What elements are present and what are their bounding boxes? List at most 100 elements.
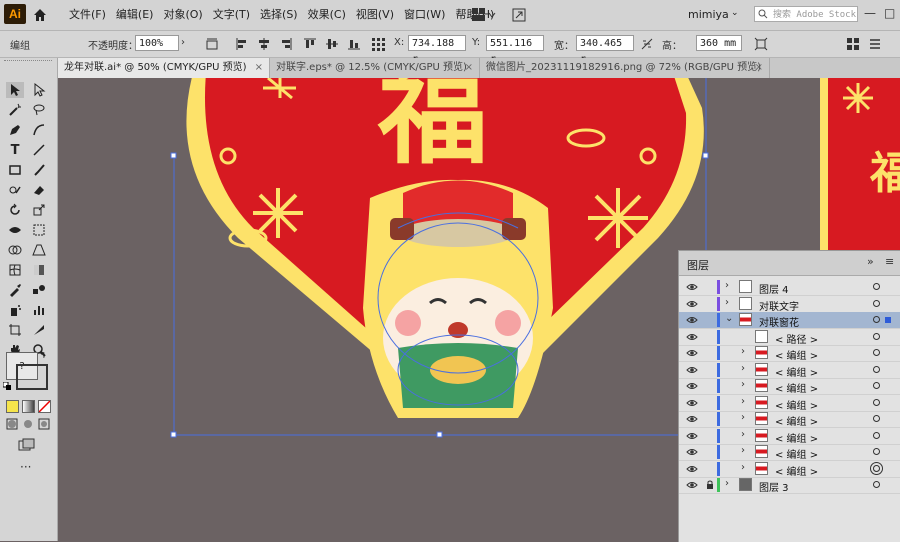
layer-row[interactable]: › < 编组 > — [679, 411, 900, 428]
layer-row[interactable]: › < 编组 > — [679, 362, 900, 379]
layer-row[interactable]: › < 编组 > — [679, 395, 900, 412]
menu-type[interactable]: 文字(T) — [208, 0, 255, 30]
eye-icon[interactable] — [686, 365, 698, 375]
maximize-icon[interactable]: □ — [884, 6, 895, 20]
layer-row[interactable]: › < 编组 > — [679, 378, 900, 395]
align-top-icon[interactable] — [303, 37, 317, 51]
stock-search-input[interactable]: 搜索 Adobe Stock — [754, 6, 858, 22]
blend-tool[interactable] — [30, 282, 48, 298]
arrange-grid-icon[interactable] — [846, 37, 860, 51]
free-transform-tool[interactable] — [30, 222, 48, 238]
handle-right[interactable] — [702, 152, 709, 159]
target-circle-icon[interactable] — [873, 481, 880, 488]
chevron-right-icon[interactable]: › — [181, 37, 185, 48]
layer-row[interactable]: › 对联文字 — [679, 296, 900, 313]
menu-window[interactable]: 窗口(W) — [399, 0, 450, 30]
home-icon[interactable] — [32, 7, 48, 23]
layer-name[interactable]: 对联文字 — [759, 298, 799, 313]
close-icon[interactable]: × — [465, 58, 473, 78]
target-circle-icon[interactable] — [873, 448, 880, 455]
target-circle-icon[interactable] — [873, 431, 880, 439]
none-mode-icon[interactable] — [38, 400, 51, 413]
handle-bottom[interactable] — [436, 431, 443, 438]
opacity-input[interactable]: 100% — [135, 35, 179, 51]
type-tool[interactable]: T — [6, 142, 24, 158]
layer-name[interactable]: 对联窗花 — [759, 314, 799, 329]
align-hcenter-icon[interactable] — [257, 37, 271, 51]
menu-effect[interactable]: 效果(C) — [303, 0, 351, 30]
layer-row[interactable]: › 图层 3 — [679, 477, 900, 494]
menu-view[interactable]: 视图(V) — [351, 0, 399, 30]
menu-select[interactable]: 选择(S) — [255, 0, 303, 30]
panel-menu-icon[interactable]: ≡ — [885, 255, 894, 268]
screen-mode-icon[interactable] — [18, 438, 36, 452]
minimize-icon[interactable]: — — [864, 6, 876, 20]
layer-name[interactable]: < 编组 > — [775, 347, 818, 362]
user-name[interactable]: mimiya — [688, 8, 729, 21]
line-tool[interactable] — [30, 142, 48, 158]
target-circle-icon[interactable] — [873, 365, 880, 373]
tab-wechat-image[interactable]: 微信图片_20231119182916.png @ 72% (RGB/GPU 预… — [480, 58, 770, 78]
eye-icon[interactable] — [686, 381, 698, 391]
align-right-icon[interactable] — [279, 37, 293, 51]
height-input[interactable]: 360 mm — [696, 35, 742, 51]
chevron-right-icon[interactable]: › — [741, 462, 745, 473]
eraser-tool[interactable] — [30, 182, 48, 198]
panel-options-icon[interactable] — [868, 37, 882, 51]
collapse-icon[interactable]: » — [867, 255, 874, 268]
tab-duilianzi[interactable]: 对联字.eps* @ 12.5% (CMYK/GPU 预览) × — [270, 58, 480, 78]
menu-edit[interactable]: 编辑(E) — [111, 0, 159, 30]
x-input[interactable]: 734.188 r — [408, 35, 466, 65]
arrange-documents-icon[interactable] — [512, 8, 526, 22]
target-circle-icon[interactable] — [873, 349, 880, 356]
layer-name[interactable]: < 编组 > — [775, 397, 818, 412]
default-colors-icon[interactable] — [2, 380, 11, 390]
chevron-right-icon[interactable]: › — [741, 412, 745, 423]
workspace-switcher-icon[interactable] — [472, 8, 496, 22]
chevron-right-icon[interactable]: › — [741, 379, 745, 390]
layer-row[interactable]: › < 编组 > — [679, 428, 900, 445]
symbol-sprayer-tool[interactable] — [6, 302, 24, 318]
align-left-icon[interactable] — [235, 37, 249, 51]
rotate-tool[interactable] — [6, 202, 24, 218]
layer-name[interactable]: 图层 4 — [759, 281, 789, 296]
artboard-tool[interactable] — [6, 322, 24, 338]
transform-grid-icon[interactable] — [371, 37, 385, 51]
eye-icon[interactable] — [686, 398, 698, 408]
shape-builder-tool[interactable] — [6, 242, 24, 258]
eye-icon[interactable] — [686, 282, 698, 292]
chevron-right-icon[interactable]: › — [725, 478, 729, 489]
transform-icon[interactable] — [754, 37, 768, 51]
toolbar-grip[interactable] — [4, 60, 52, 67]
selection-tool[interactable] — [6, 82, 24, 98]
align-bottom-icon[interactable] — [347, 37, 361, 51]
layer-row[interactable]: › 图层 4 — [679, 279, 900, 296]
layer-name[interactable]: 图层 3 — [759, 479, 789, 494]
chevron-down-icon[interactable]: ⌄ — [725, 313, 733, 324]
handle-bottom-left[interactable] — [170, 431, 177, 438]
chevron-right-icon[interactable]: › — [741, 445, 745, 456]
width-input[interactable]: 340.465 r — [576, 35, 634, 65]
lock-icon[interactable] — [706, 480, 714, 489]
color-mode-icon[interactable] — [6, 400, 19, 413]
stroke-swatch[interactable] — [16, 364, 48, 390]
layer-row[interactable]: › < 编组 > — [679, 444, 900, 461]
chevron-right-icon[interactable]: › — [741, 429, 745, 440]
chevron-down-icon[interactable]: ⌄ — [731, 8, 739, 18]
target-circle-icon[interactable] — [873, 299, 880, 307]
paintbrush-tool[interactable] — [30, 162, 48, 178]
tab-longnian-duilian[interactable]: 龙年对联.ai* @ 50% (CMYK/GPU 预览) × — [58, 58, 270, 78]
gradient-tool[interactable] — [30, 262, 48, 278]
target-circle-icon[interactable] — [873, 332, 880, 340]
eyedropper-tool[interactable] — [6, 282, 24, 298]
target-circle-icon[interactable] — [873, 316, 880, 323]
eye-icon[interactable] — [686, 348, 698, 358]
target-circle-icon[interactable] — [873, 398, 880, 406]
width-tool[interactable] — [6, 222, 24, 238]
layer-name[interactable]: < 路径 > — [775, 331, 818, 346]
curvature-tool[interactable] — [30, 122, 48, 138]
eye-icon[interactable] — [686, 431, 698, 441]
layer-row[interactable]: › < 编组 > — [679, 345, 900, 362]
lasso-tool[interactable] — [30, 102, 48, 118]
target-circle-icon[interactable] — [873, 382, 880, 389]
